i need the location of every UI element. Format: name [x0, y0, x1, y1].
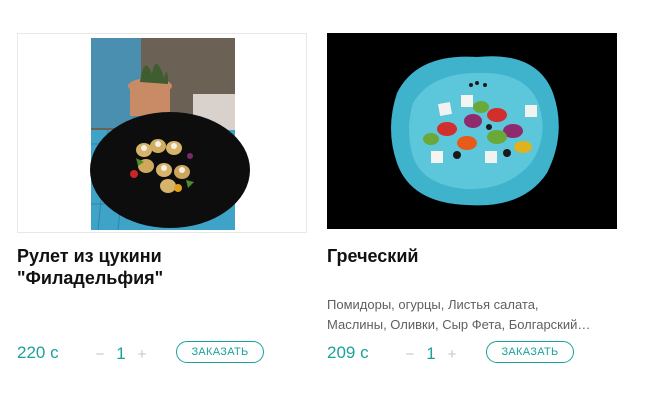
decrease-quantity-button[interactable]: −	[93, 346, 107, 363]
increase-quantity-button[interactable]: +	[135, 346, 149, 363]
zucchini-roll-photo	[18, 34, 306, 232]
product-price: 220 с	[17, 343, 59, 362]
increase-quantity-button[interactable]: +	[445, 346, 459, 363]
product-card: Греческий Помидоры, огурцы, Листья салат…	[327, 33, 617, 373]
product-image[interactable]	[17, 33, 307, 233]
product-card: Рулет из цукини "Филадельфия" 220 с − 1 …	[17, 33, 307, 373]
greek-salad-photo	[327, 33, 617, 229]
product-description: Помидоры, огурцы, Листья салата, Маслины…	[327, 295, 617, 335]
order-button[interactable]: ЗАКАЗАТЬ	[486, 341, 574, 363]
quantity-value: 1	[116, 344, 126, 363]
product-order-row: 220 с − 1 + ЗАКАЗАТЬ	[17, 341, 307, 367]
product-title[interactable]: Греческий	[327, 245, 607, 267]
order-button[interactable]: ЗАКАЗАТЬ	[176, 341, 264, 363]
product-description-line: Помидоры, огурцы, Листья салата,	[327, 297, 539, 312]
quantity-stepper: − 1 +	[93, 341, 149, 367]
quantity-stepper: − 1 +	[403, 341, 459, 367]
product-title[interactable]: Рулет из цукини "Филадельфия"	[17, 245, 297, 289]
quantity-value: 1	[426, 344, 436, 363]
decrease-quantity-button[interactable]: −	[403, 346, 417, 363]
product-image[interactable]	[327, 33, 617, 229]
product-price: 209 с	[327, 343, 369, 362]
product-order-row: 209 с − 1 + ЗАКАЗАТЬ	[327, 341, 617, 367]
product-description-line: Маслины, Оливки, Сыр Фета, Болгарский…	[327, 317, 591, 332]
